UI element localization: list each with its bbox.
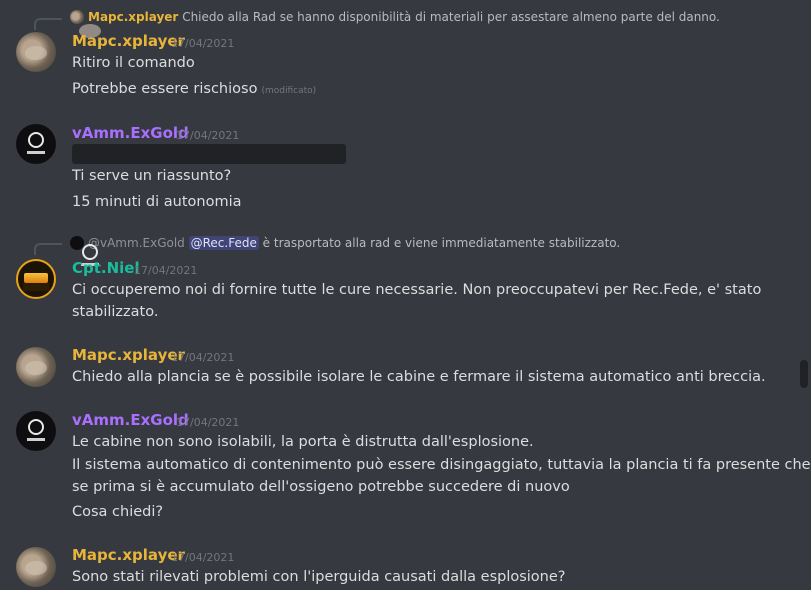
avatar[interactable] [16,32,56,72]
reply-preview[interactable]: @vAmm.ExGold @Rec.Fede è trasportato all… [70,236,621,266]
timestamp: 17/04/2021 [176,416,240,429]
scrollbar-thumb[interactable] [800,360,808,388]
timestamp: 17/04/2021 [176,129,240,142]
message-line: Cosa chiedi? [72,504,164,520]
message-line: Ritiro il comando [72,55,195,71]
mention[interactable]: @Rec.Fede [188,236,259,250]
reply-preview[interactable]: Mapc.xplayer Chiedo alla Rad se hanno di… [70,10,720,38]
reply-connector [34,18,62,30]
username[interactable]: vAmm.ExGold [72,411,189,429]
avatar[interactable] [16,347,56,387]
spoiler-block[interactable] [72,144,346,164]
message-line: Il sistema automatico di contenimento pu… [72,457,811,473]
message-line: 15 minuti di autonomia [72,194,242,210]
username[interactable]: Mapc.xplayer [72,32,185,50]
timestamp: 17/04/2021 [171,351,235,364]
reply-avatar-icon [70,236,99,266]
reply-text: Chiedo alla Rad se hanno disponibilità d… [182,10,720,24]
reply-avatar-icon [70,10,101,38]
avatar[interactable] [16,411,56,451]
avatar[interactable] [16,124,56,164]
message-text: Potrebbe essere rischioso [72,81,258,97]
message-line: se prima si è accumulato dell'ossigeno p… [72,479,570,495]
reply-author[interactable]: Mapc.xplayer [88,10,178,24]
avatar[interactable] [16,547,56,587]
timestamp: 17/04/2021 [171,551,235,564]
message-line: Le cabine non sono isolabili, la porta è… [72,434,534,450]
reply-text: è trasportato alla rad e viene immediata… [262,236,621,250]
username[interactable]: vAmm.ExGold [72,124,189,142]
timestamp: 17/04/2021 [171,37,235,50]
message-line: stabilizzato. [72,304,159,320]
username[interactable]: Mapc.xplayer [72,546,185,564]
message-line: Potrebbe essere rischioso (modificato) [72,81,316,97]
username[interactable]: Cpt.Niel [72,259,140,277]
message-line: Chiedo alla plancia se è possibile isola… [72,369,766,385]
edited-label: (modificato) [261,86,317,96]
timestamp: 17/04/2021 [134,264,198,277]
message-line: Ci occuperemo noi di fornire tutte le cu… [72,282,762,298]
message-line: Sono stati rilevati problemi con l'iperg… [72,569,566,585]
username[interactable]: Mapc.xplayer [72,346,185,364]
message-line: Ti serve un riassunto? [72,168,232,184]
reply-connector [34,243,62,255]
reply-author[interactable]: @vAmm.ExGold [88,236,185,250]
avatar[interactable] [16,259,56,299]
